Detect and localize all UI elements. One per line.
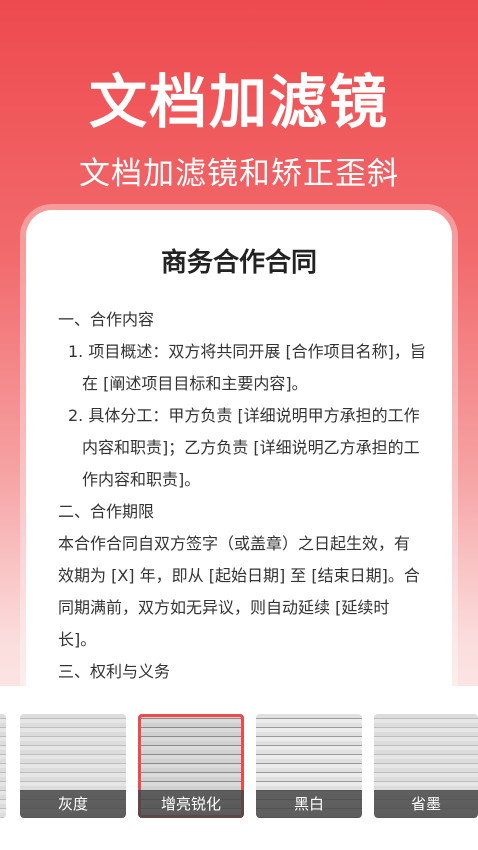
doc-line: 效期为 [X] 年，即从 [起始日期] 至 [结束日期]。合 [58, 566, 420, 585]
filter-label: 灰度 [20, 790, 126, 818]
doc-line: 2. 具体分工：甲方负责 [详细说明甲方承担的工作 [68, 406, 420, 425]
doc-line: 长]。 [58, 630, 97, 649]
filter-thumb-partial[interactable] [0, 714, 6, 818]
filter-bar: 灰度 增亮锐化 黑白 省墨 [0, 686, 478, 850]
doc-line: 同期满前，双方如无异议，则自动延续 [延续时 [58, 598, 390, 617]
filter-grayscale[interactable]: 灰度 [20, 714, 126, 818]
filter-brighten-sharpen[interactable]: 增亮锐化 [138, 714, 244, 818]
doc-line: 在 [阐述项目目标和主要内容]。 [82, 374, 308, 393]
filter-black-white[interactable]: 黑白 [256, 714, 362, 818]
document-title: 商务合作合同 [160, 248, 317, 278]
filter-label: 增亮锐化 [138, 790, 244, 818]
doc-line: 二、合作期限 [58, 502, 155, 521]
filter-label: 省墨 [374, 790, 478, 818]
document-preview: 商务合作合同 一、合作内容 1. 项目概述：双方将共同开展 [合作项目名称]，旨… [26, 210, 452, 730]
hero-title: 文档加滤镜 [88, 68, 389, 136]
document-body: 一、合作内容 1. 项目概述：双方将共同开展 [合作项目名称]，旨 在 [阐述项… [58, 304, 426, 688]
filter-label: 黑白 [256, 790, 362, 818]
doc-line: 内容和职责]；乙方负责 [详细说明乙方承担的工 [82, 438, 420, 457]
doc-line: 1. 项目概述：双方将共同开展 [合作项目名称]，旨 [68, 342, 426, 361]
doc-line: 本合作合同自双方签字（或盖章）之日起生效，有 [58, 534, 411, 553]
hero-subtitle: 文档加滤镜和矫正歪斜 [79, 156, 399, 192]
doc-line: 作内容和职责]。 [82, 470, 201, 489]
doc-line: 三、权利与义务 [58, 662, 171, 681]
doc-line: 一、合作内容 [58, 310, 155, 329]
filter-ink-saving[interactable]: 省墨 [374, 714, 478, 818]
